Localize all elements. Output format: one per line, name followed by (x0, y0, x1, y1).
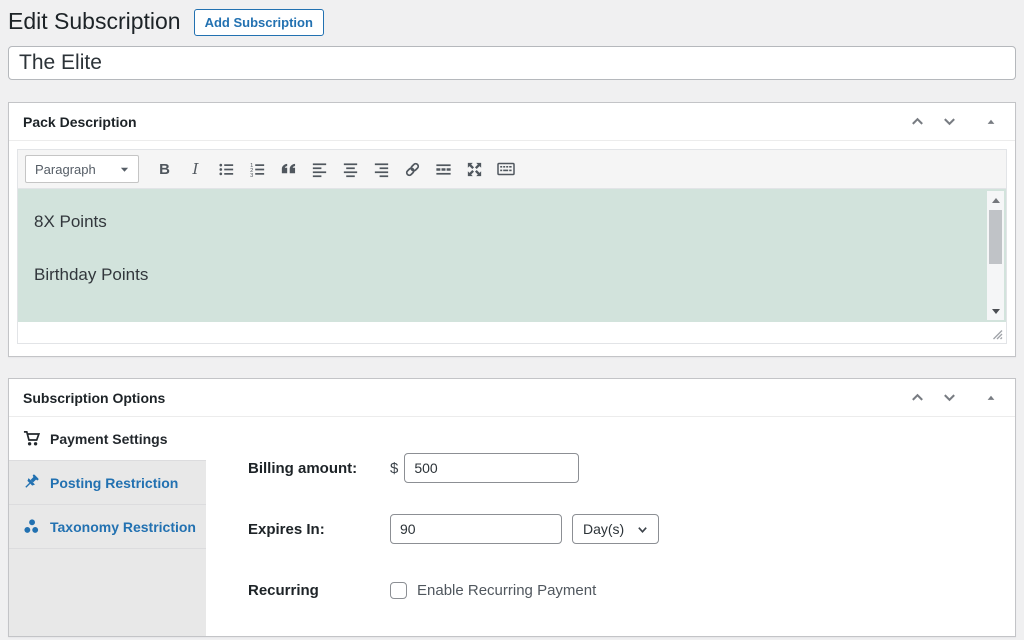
fullscreen-icon[interactable] (460, 156, 489, 182)
scrollbar-thumb[interactable] (989, 210, 1002, 264)
page-header: Edit Subscription Add Subscription (8, 0, 1016, 38)
keyboard-shortcuts-icon[interactable] (491, 156, 520, 182)
expires-in-row: Expires In: Day(s) (248, 514, 995, 544)
link-icon[interactable] (398, 156, 427, 182)
recurring-row: Recurring Enable Recurring Payment (248, 575, 995, 605)
pack-description-body: Paragraph B I 123 (9, 141, 1015, 356)
subscription-options-header: Subscription Options (9, 379, 1015, 417)
currency-symbol: $ (390, 460, 398, 477)
edit-subscription-page: Edit Subscription Add Subscription Pack … (0, 0, 1024, 637)
tab-label: Payment Settings (50, 431, 167, 447)
expires-in-input[interactable] (390, 514, 562, 544)
move-up-icon[interactable] (903, 385, 931, 411)
tab-posting-restriction[interactable]: Posting Restriction (9, 461, 206, 505)
payment-settings-panel: Billing amount: $ Expires In: Day(s) Rec… (206, 417, 1015, 636)
billing-amount-label: Billing amount: (248, 460, 390, 477)
cart-icon (23, 430, 40, 447)
tabs-filler (9, 549, 206, 636)
subscription-title-input[interactable] (8, 46, 1016, 80)
options-tabs: Payment Settings Posting Restriction Tax… (9, 417, 206, 636)
tab-label: Taxonomy Restriction (50, 519, 196, 535)
tab-taxonomy-restriction[interactable]: Taxonomy Restriction (9, 505, 206, 549)
resize-grip-icon[interactable] (991, 328, 1003, 340)
expires-unit-select[interactable]: Day(s) (572, 514, 659, 544)
bold-icon[interactable]: B (150, 156, 179, 182)
expires-unit-value: Day(s) (583, 521, 624, 537)
subscription-options-metabox: Subscription Options (8, 378, 1016, 637)
move-up-icon[interactable] (903, 109, 931, 135)
enable-recurring-checkbox-label: Enable Recurring Payment (417, 582, 596, 599)
scroll-down-icon[interactable] (987, 304, 1004, 318)
pack-description-header: Pack Description (9, 103, 1015, 141)
editor-toolbar: Paragraph B I 123 (18, 150, 1006, 189)
svg-text:3: 3 (250, 173, 253, 179)
rich-text-editor: Paragraph B I 123 (17, 149, 1007, 344)
collapse-toggle-icon[interactable] (977, 385, 1005, 411)
tab-label: Posting Restriction (50, 475, 178, 491)
read-more-icon[interactable] (429, 156, 458, 182)
select-chevron-icon (120, 165, 129, 174)
pack-description-metabox: Pack Description Paragraph (8, 102, 1016, 357)
pushpin-icon (23, 474, 40, 491)
tab-payment-settings[interactable]: Payment Settings (9, 417, 206, 461)
format-select-value: Paragraph (35, 162, 96, 177)
editor-statusbar (18, 322, 1006, 343)
move-down-icon[interactable] (935, 385, 963, 411)
italic-icon[interactable]: I (181, 156, 210, 182)
paragraph-format-select[interactable]: Paragraph (25, 155, 139, 183)
metabox-handle-buttons (903, 109, 1005, 135)
scroll-up-icon[interactable] (987, 193, 1004, 207)
collapse-toggle-icon[interactable] (977, 109, 1005, 135)
editor-scrollbar[interactable] (987, 191, 1004, 320)
move-down-icon[interactable] (935, 109, 963, 135)
enable-recurring-checkbox[interactable] (390, 582, 407, 599)
recurring-label: Recurring (248, 582, 390, 599)
add-subscription-button[interactable]: Add Subscription (194, 9, 324, 36)
metabox-handle-buttons (903, 385, 1005, 411)
subscription-options-title: Subscription Options (23, 390, 165, 406)
blockquote-icon[interactable] (274, 156, 303, 182)
editor-paragraph[interactable]: 8X Points (34, 211, 990, 233)
align-right-icon[interactable] (367, 156, 396, 182)
billing-amount-row: Billing amount: $ (248, 453, 995, 483)
bulleted-list-icon[interactable] (212, 156, 241, 182)
expires-in-label: Expires In: (248, 521, 390, 538)
select-chevron-icon (637, 524, 648, 535)
pack-description-title: Pack Description (23, 114, 137, 130)
subscription-options-body: Payment Settings Posting Restriction Tax… (9, 417, 1015, 636)
align-left-icon[interactable] (305, 156, 334, 182)
editor-content-area[interactable]: 8X Points Birthday Points (18, 189, 1006, 322)
editor-paragraph[interactable]: Birthday Points (34, 264, 990, 286)
align-center-icon[interactable] (336, 156, 365, 182)
taxonomy-icon (23, 518, 40, 535)
numbered-list-icon[interactable]: 123 (243, 156, 272, 182)
billing-amount-input[interactable] (404, 453, 579, 483)
page-title: Edit Subscription (8, 8, 181, 36)
